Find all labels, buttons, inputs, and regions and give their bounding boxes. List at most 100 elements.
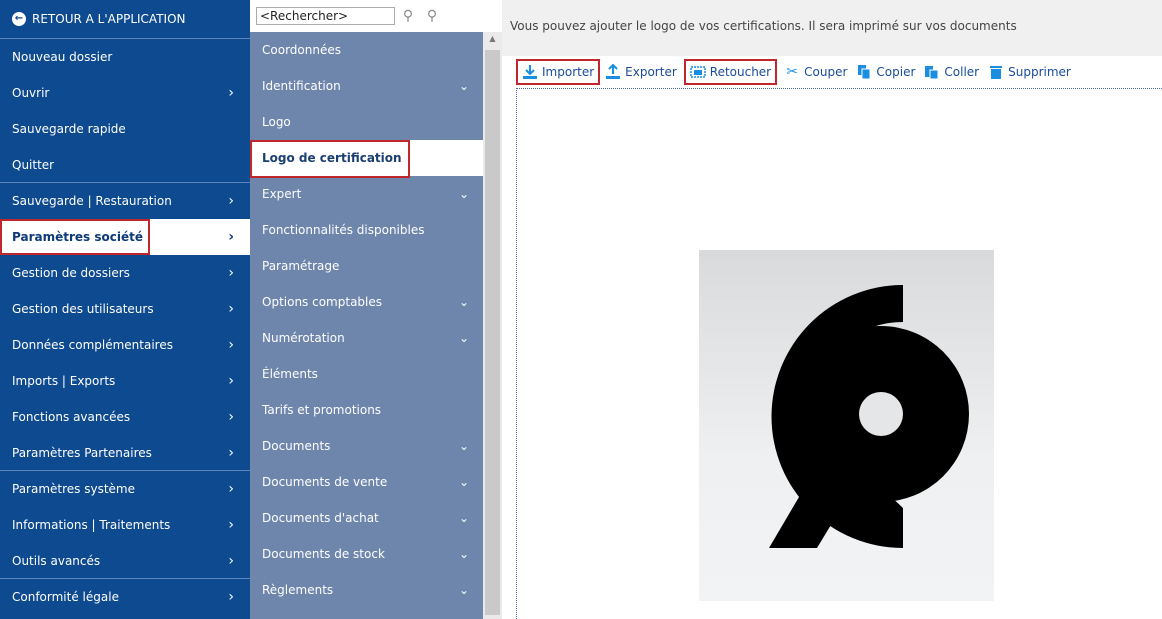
importer-button[interactable]: Importer bbox=[516, 59, 601, 85]
submenu-item-label: Éléments bbox=[262, 367, 318, 381]
chevron-right-icon: › bbox=[228, 301, 234, 317]
submenu-item-reglements[interactable]: Règlements ⌄ bbox=[250, 572, 483, 608]
chevron-down-icon: ⌄ bbox=[458, 475, 469, 489]
sidebar-item-quitter[interactable]: Quitter bbox=[0, 147, 250, 182]
logo-canvas[interactable] bbox=[516, 88, 1162, 619]
sidebar-item-conformite-legale[interactable]: Conformité légale › bbox=[0, 579, 250, 615]
chevron-down-icon: ⌄ bbox=[458, 547, 469, 561]
image-edit-icon bbox=[690, 64, 706, 80]
chevron-right-icon: › bbox=[228, 193, 234, 209]
scissors-icon: ✂ bbox=[786, 64, 798, 80]
certification-logo-image bbox=[699, 250, 994, 601]
submenu-item-label: Fonctionnalités disponibles bbox=[262, 223, 425, 237]
submenu-item-label: Paramétrage bbox=[262, 259, 340, 273]
sidebar-item-label: Imports | Exports bbox=[12, 374, 116, 388]
sidebar-item-label: Sauvegarde rapide bbox=[12, 122, 126, 136]
sidebar-item-donnees-complementaires[interactable]: Données complémentaires › bbox=[0, 327, 250, 363]
submenu-item-label: Logo de certification bbox=[262, 151, 402, 165]
search-icon[interactable]: ⚲ bbox=[400, 8, 416, 24]
exporter-button[interactable]: Exporter bbox=[601, 59, 681, 85]
sidebar-item-label: Ouvrir bbox=[12, 86, 50, 100]
sidebar-item-sauvegarde-rapide[interactable]: Sauvegarde rapide bbox=[0, 111, 250, 147]
copier-label: Copier bbox=[876, 65, 916, 79]
submenu-item-label: Documents bbox=[262, 439, 331, 453]
sidebar-item-label: Gestion de dossiers bbox=[12, 266, 130, 280]
coller-button[interactable]: Coller bbox=[920, 59, 983, 85]
back-to-application-button[interactable]: ← RETOUR A L'APPLICATION bbox=[0, 0, 250, 38]
sidebar-item-label: Informations | Traitements bbox=[12, 518, 171, 532]
copier-button[interactable]: Copier bbox=[852, 59, 919, 85]
sidebar-item-informations-traitements[interactable]: Informations | Traitements › bbox=[0, 507, 250, 543]
submenu-item-label: Règlements bbox=[262, 583, 334, 597]
sidebar-item-label: Paramètres système bbox=[12, 482, 135, 496]
chevron-right-icon: › bbox=[228, 517, 234, 533]
main-sidebar: ← RETOUR A L'APPLICATION Nouveau dossier… bbox=[0, 0, 250, 619]
submenu-item-label: Expert bbox=[262, 187, 302, 201]
submenu-item-documents-de-stock[interactable]: Documents de stock ⌄ bbox=[250, 536, 483, 572]
submenu-item-label: Documents de vente bbox=[262, 475, 388, 489]
supprimer-button[interactable]: Supprimer bbox=[984, 59, 1075, 85]
arrow-left-icon: ← bbox=[12, 12, 26, 26]
submenu-item-logo-de-certification[interactable]: Logo de certification bbox=[250, 140, 483, 176]
sidebar-item-fonctions-avancees[interactable]: Fonctions avancées › bbox=[0, 399, 250, 435]
sidebar-item-nouveau-dossier[interactable]: Nouveau dossier bbox=[0, 39, 250, 75]
info-bar: Vous pouvez ajouter le logo de vos certi… bbox=[502, 0, 1162, 56]
submenu-item-tarifs-et-promotions[interactable]: Tarifs et promotions bbox=[250, 392, 483, 428]
search-input[interactable] bbox=[256, 7, 395, 25]
couper-label: Couper bbox=[804, 65, 848, 79]
chevron-right-icon: › bbox=[228, 553, 234, 569]
sidebar-item-gestion-des-utilisateurs[interactable]: Gestion des utilisateurs › bbox=[0, 291, 250, 327]
submenu-item-label: Documents d'achat bbox=[262, 511, 379, 525]
submenu-item-expert[interactable]: Expert ⌄ bbox=[250, 176, 483, 212]
sidebar-item-outils-avances[interactable]: Outils avancés › bbox=[0, 543, 250, 578]
supprimer-label: Supprimer bbox=[1008, 65, 1071, 79]
submenu-item-label: Options comptables bbox=[262, 295, 383, 309]
sidebar-item-label: Paramètres Partenaires bbox=[12, 446, 152, 460]
chevron-down-icon: ⌄ bbox=[458, 79, 469, 93]
submenu-item-parametrage[interactable]: Paramétrage bbox=[250, 248, 483, 284]
submenu-item-label: Coordonnées bbox=[262, 43, 341, 57]
sidebar-item-parametres-societe[interactable]: Paramètres société › bbox=[0, 219, 250, 255]
submenu-item-logo[interactable]: Logo bbox=[250, 104, 483, 140]
sidebar-item-parametres-systeme[interactable]: Paramètres système › bbox=[0, 471, 250, 507]
sidebar-item-label: Sauvegarde | Restauration bbox=[12, 194, 172, 208]
scroll-up-arrow-icon[interactable]: ▲ bbox=[483, 34, 502, 43]
couper-button[interactable]: ✂ Couper bbox=[780, 59, 851, 85]
sidebar-item-label: Conformité légale bbox=[12, 590, 119, 604]
submenu-item-label: Numérotation bbox=[262, 331, 345, 345]
sidebar-item-parametres-partenaires[interactable]: Paramètres Partenaires › bbox=[0, 435, 250, 470]
back-label: RETOUR A L'APPLICATION bbox=[32, 12, 186, 26]
submenu-item-label: Tarifs et promotions bbox=[262, 403, 382, 417]
retoucher-button[interactable]: Retoucher bbox=[683, 59, 778, 85]
submenu-item-elements[interactable]: Éléments bbox=[250, 356, 483, 392]
chevron-down-icon: ⌄ bbox=[458, 439, 469, 453]
sidebar-item-ouvrir[interactable]: Ouvrir › bbox=[0, 75, 250, 111]
submenu-item-documents-de-vente[interactable]: Documents de vente ⌄ bbox=[250, 464, 483, 500]
submenu-item-label: Logo bbox=[262, 115, 291, 129]
sidebar-item-label: Quitter bbox=[12, 158, 55, 172]
search-bar: ⚲ ⚲ bbox=[250, 0, 502, 32]
exporter-label: Exporter bbox=[625, 65, 677, 79]
sidebar-item-label: Gestion des utilisateurs bbox=[12, 302, 154, 316]
submenu-list: Coordonnées Identification ⌄ Logo Logo de… bbox=[250, 32, 483, 619]
scrollbar-thumb[interactable] bbox=[485, 50, 500, 615]
chevron-down-icon: ⌄ bbox=[458, 295, 469, 309]
submenu-item-options-comptables[interactable]: Options comptables ⌄ bbox=[250, 284, 483, 320]
advanced-search-icon[interactable]: ⚲ bbox=[424, 8, 440, 24]
submenu-scrollbar[interactable]: ▲ bbox=[483, 32, 502, 619]
chevron-down-icon: ⌄ bbox=[458, 331, 469, 345]
logo-toolbar: Importer Exporter Retoucher ✂ Couper Cop… bbox=[516, 56, 1162, 88]
submenu-item-numerotation[interactable]: Numérotation ⌄ bbox=[250, 320, 483, 356]
sidebar-item-label: Données complémentaires bbox=[12, 338, 173, 352]
sidebar-item-imports-exports[interactable]: Imports | Exports › bbox=[0, 363, 250, 399]
sidebar-item-gestion-de-dossiers[interactable]: Gestion de dossiers › bbox=[0, 255, 250, 291]
submenu-item-fonctionnalites-disponibles[interactable]: Fonctionnalités disponibles bbox=[250, 212, 483, 248]
sidebar-item-sauvegarde-restauration[interactable]: Sauvegarde | Restauration › bbox=[0, 183, 250, 219]
copy-icon bbox=[856, 64, 872, 80]
submenu-item-documents[interactable]: Documents ⌄ bbox=[250, 428, 483, 464]
paste-icon bbox=[924, 64, 940, 80]
chevron-right-icon: › bbox=[228, 337, 234, 353]
submenu-item-identification[interactable]: Identification ⌄ bbox=[250, 68, 483, 104]
submenu-item-documents-d-achat[interactable]: Documents d'achat ⌄ bbox=[250, 500, 483, 536]
submenu-item-coordonnees[interactable]: Coordonnées bbox=[250, 32, 483, 68]
